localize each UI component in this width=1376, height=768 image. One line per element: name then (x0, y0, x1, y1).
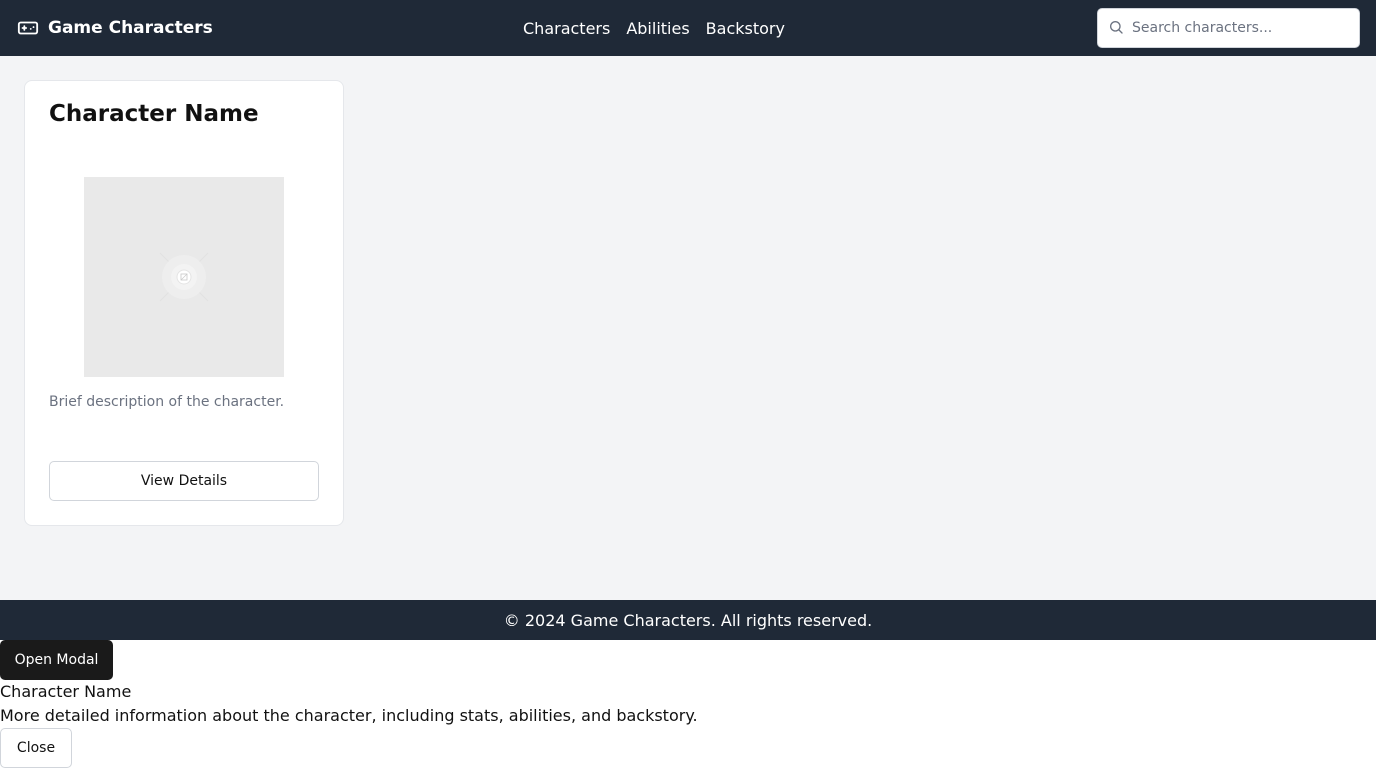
search-box (1097, 8, 1360, 48)
footer: © 2024 Game Characters. All rights reser… (0, 600, 1376, 640)
card-description: Brief description of the character. (49, 394, 285, 410)
brand[interactable]: Game Characters (17, 0, 213, 56)
search-input[interactable] (1130, 9, 1356, 47)
footer-copyright: © 2024 Game Characters. All rights reser… (503, 610, 873, 630)
card-title: Character Name (49, 101, 259, 127)
view-details-button[interactable]: View Details (49, 461, 319, 501)
nav-characters[interactable]: Characters (523, 19, 610, 38)
close-button[interactable]: Close (0, 728, 72, 768)
main-nav: Characters Abilities Backstory (523, 0, 785, 56)
image-placeholder-icon (84, 177, 284, 377)
character-card: Character Name Brief description of the … (24, 80, 344, 526)
gamepad-icon (17, 21, 39, 35)
brand-title: Game Characters (48, 18, 213, 38)
modal-body: More detailed information about the char… (0, 706, 698, 725)
modal-title: Character Name (0, 682, 132, 701)
open-modal-button[interactable]: Open Modal (0, 640, 113, 680)
top-navbar: Game Characters Characters Abilities Bac… (0, 0, 1376, 56)
nav-backstory[interactable]: Backstory (706, 19, 785, 38)
main-content: Character Name Brief description of the … (0, 56, 1376, 600)
character-image (84, 177, 284, 377)
nav-abilities[interactable]: Abilities (626, 19, 689, 38)
search-icon (1110, 21, 1123, 34)
